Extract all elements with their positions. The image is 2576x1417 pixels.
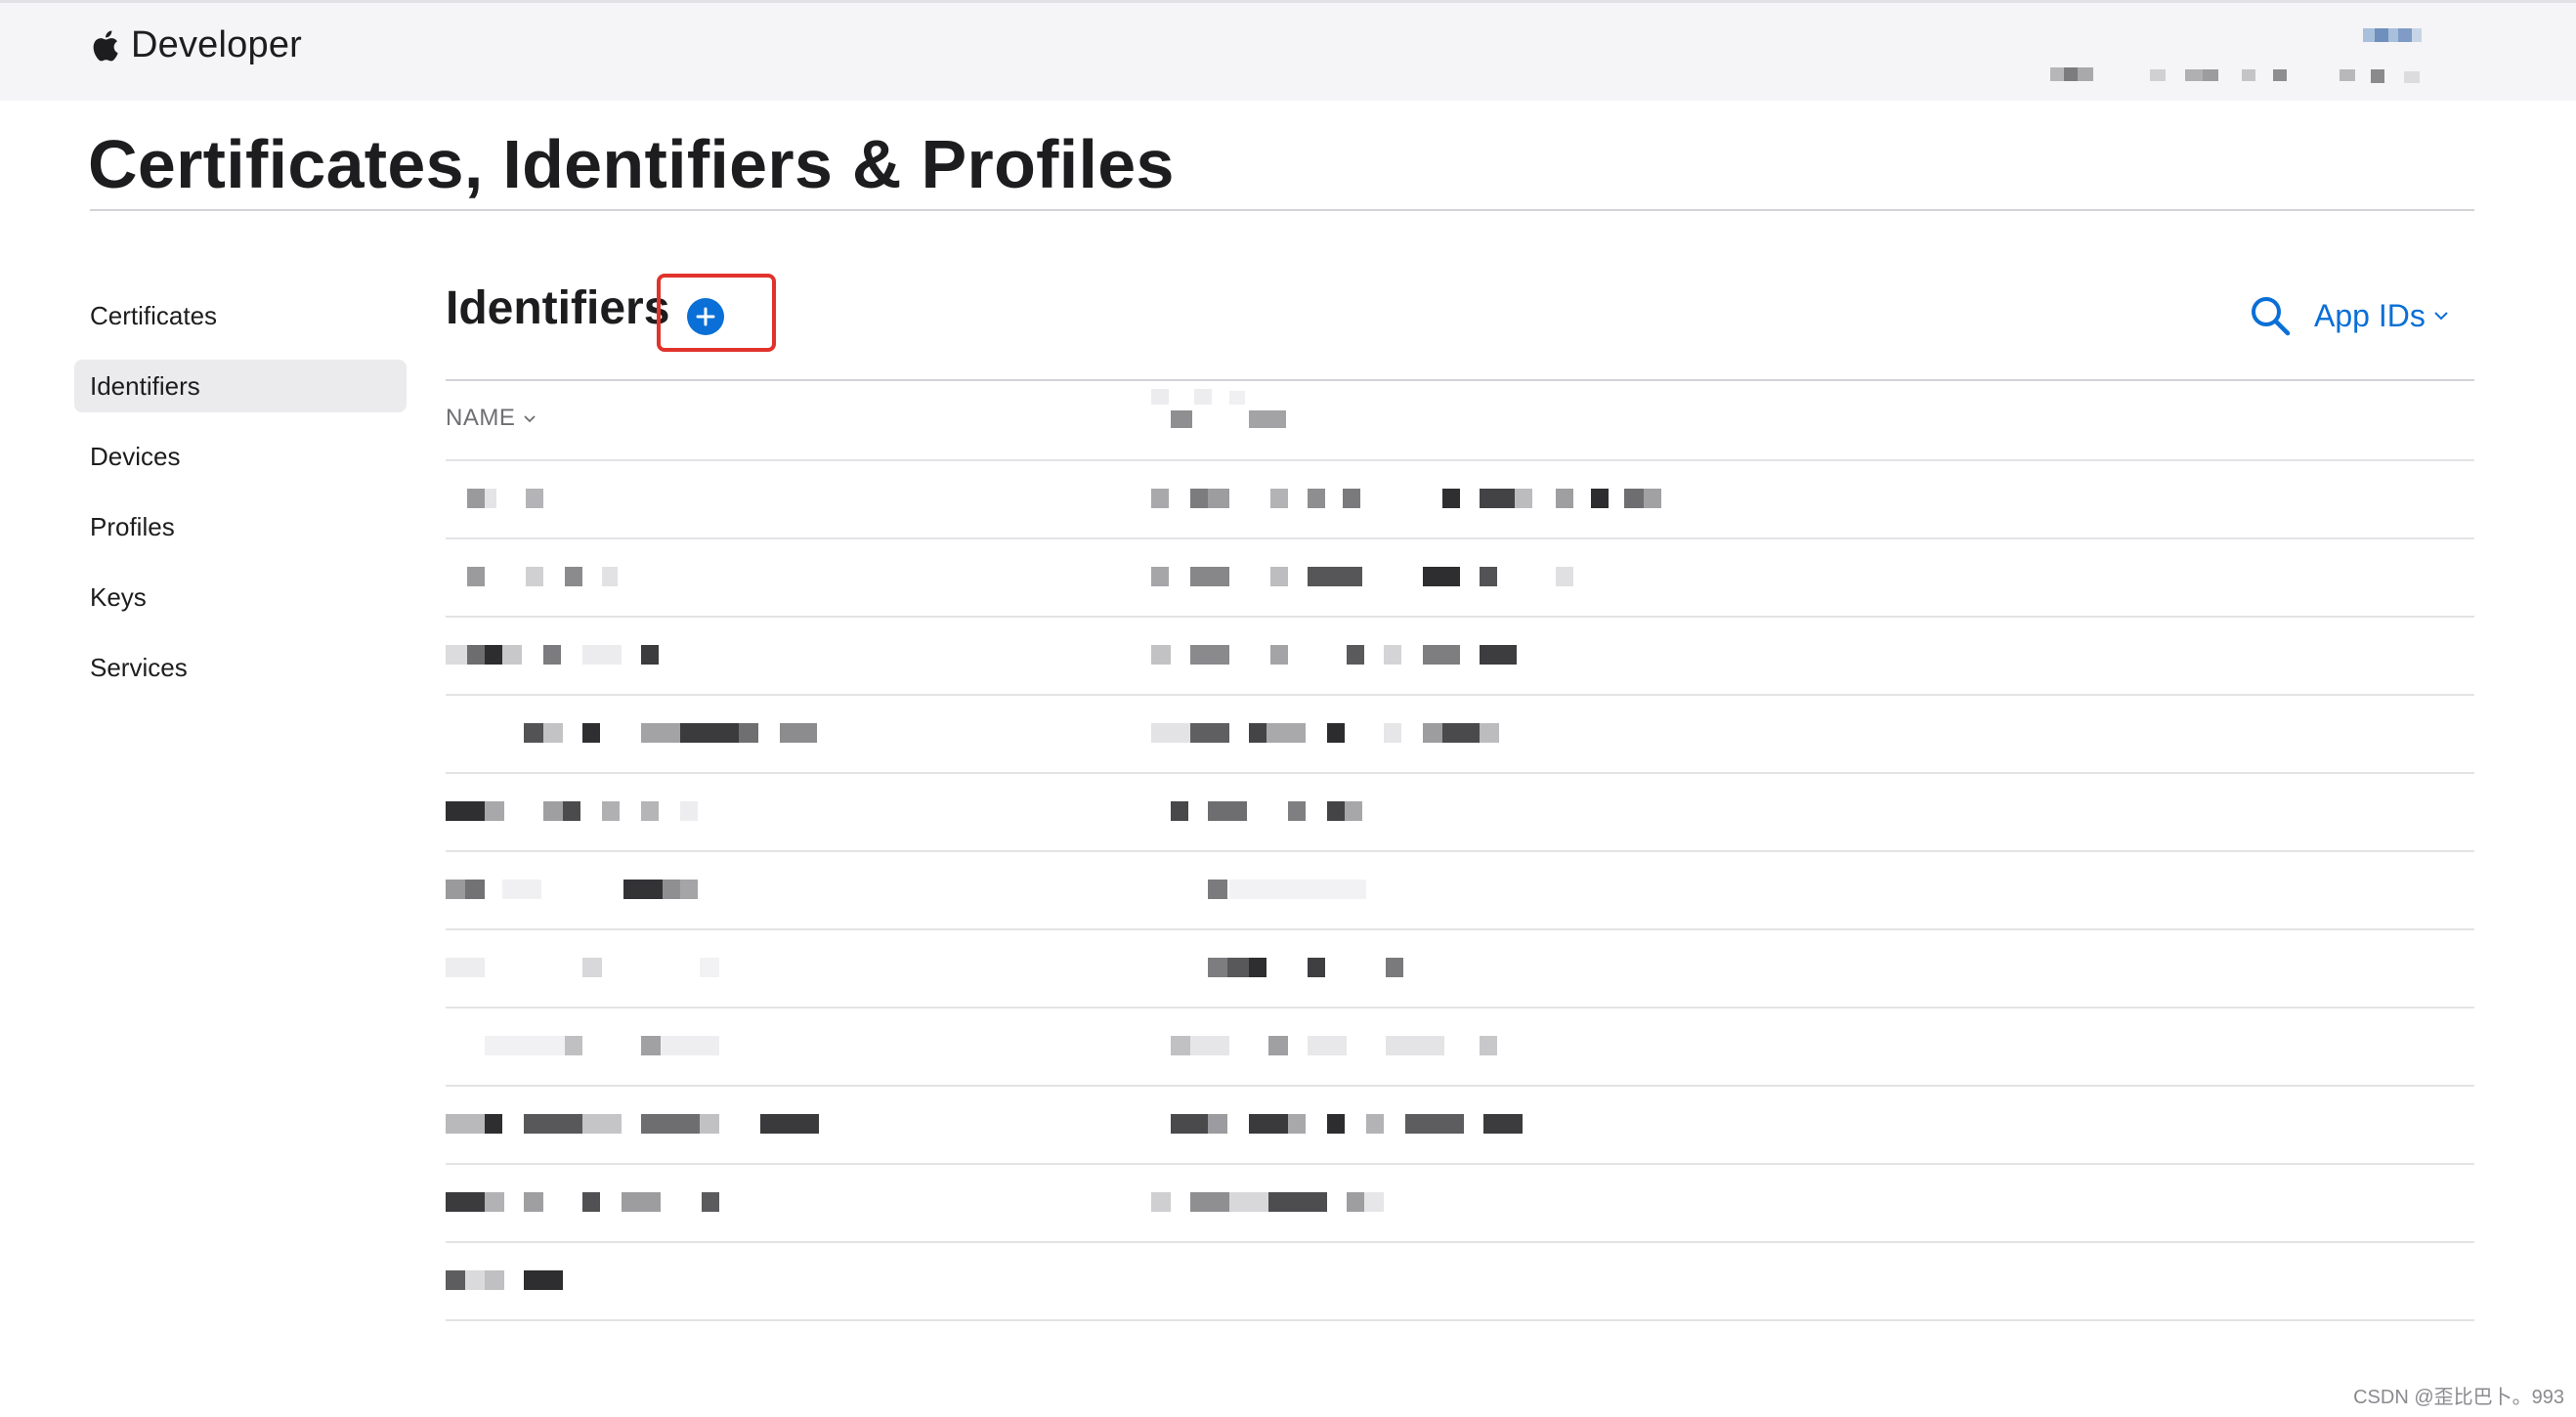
- table-row[interactable]: [446, 1243, 2474, 1321]
- identifier-name-redacted: [446, 645, 993, 668]
- developer-brand-link[interactable]: Developer: [90, 24, 302, 66]
- identifier-bundle-redacted: [1151, 1192, 1835, 1216]
- account-menu[interactable]: [2042, 22, 2472, 93]
- identifier-name-redacted: [446, 1270, 993, 1294]
- table-row[interactable]: [446, 1087, 2474, 1165]
- sidebar-nav: Certificates Identifiers Devices Profile…: [74, 289, 407, 711]
- identifier-bundle-redacted: [1151, 1036, 1835, 1059]
- identifier-bundle-redacted: [1151, 645, 1835, 668]
- chevron-down-icon: [2434, 312, 2448, 321]
- sidebar-item-profiles[interactable]: Profiles: [74, 500, 407, 553]
- account-info-redacted: [2050, 28, 2422, 83]
- table-header-row: NAME: [446, 381, 2474, 461]
- table-row[interactable]: [446, 461, 2474, 539]
- identifier-bundle-redacted: [1151, 958, 1835, 981]
- sidebar-item-services[interactable]: Services: [74, 641, 407, 694]
- title-divider: [90, 209, 2474, 211]
- identifier-name-redacted: [446, 1036, 993, 1059]
- global-nav: Developer: [0, 0, 2576, 101]
- identifier-type-dropdown[interactable]: App IDs: [2314, 293, 2449, 338]
- identifier-name-redacted: [446, 489, 993, 512]
- apple-logo-icon: [93, 29, 118, 61]
- section-title: Identifiers: [446, 282, 670, 334]
- table-row[interactable]: [446, 539, 2474, 618]
- identifier-name-redacted: [446, 567, 993, 590]
- search-button[interactable]: [2248, 293, 2293, 338]
- table-row[interactable]: [446, 1009, 2474, 1087]
- table-row[interactable]: [446, 618, 2474, 696]
- table-row[interactable]: [446, 696, 2474, 774]
- identifier-name-redacted: [446, 723, 993, 747]
- identifier-bundle-redacted: [1151, 1114, 1835, 1138]
- watermark: CSDN @歪比巴卜。993: [2353, 1387, 2564, 1408]
- sidebar-item-identifiers[interactable]: Identifiers: [74, 360, 407, 412]
- name-column-label: NAME: [446, 405, 516, 431]
- identifier-bundle-redacted: [1151, 723, 1835, 747]
- search-icon: [2252, 297, 2291, 336]
- table-row[interactable]: [446, 852, 2474, 930]
- table-row[interactable]: [446, 774, 2474, 852]
- sidebar-item-keys[interactable]: Keys: [74, 571, 407, 623]
- filter-label: App IDs: [2314, 297, 2426, 333]
- identifier-bundle-redacted: [1151, 489, 1835, 512]
- identifier-bundle-redacted: [1151, 567, 1835, 590]
- chevron-down-icon: [524, 414, 536, 422]
- identifier-name-redacted: [446, 801, 993, 825]
- table-row[interactable]: [446, 930, 2474, 1009]
- identifier-name-redacted: [446, 1114, 993, 1138]
- identifier-name-redacted: [446, 958, 993, 981]
- identifier-bundle-redacted: [1151, 880, 1835, 903]
- identifier-column-header-redacted[interactable]: [1151, 389, 1835, 432]
- identifier-name-redacted: [446, 880, 993, 903]
- table-row[interactable]: [446, 1165, 2474, 1243]
- brand-text: Developer: [131, 24, 303, 65]
- identifier-name-redacted: [446, 1192, 993, 1216]
- annotation-highlight-box: [657, 274, 776, 352]
- sidebar-item-certificates[interactable]: Certificates: [74, 289, 407, 342]
- page-title: Certificates, Identifiers & Profiles: [88, 126, 1175, 202]
- identifier-bundle-redacted: [1151, 801, 1835, 825]
- name-column-header[interactable]: NAME: [446, 405, 537, 432]
- identifiers-table: NAME: [446, 379, 2474, 1321]
- sidebar-item-devices[interactable]: Devices: [74, 430, 407, 483]
